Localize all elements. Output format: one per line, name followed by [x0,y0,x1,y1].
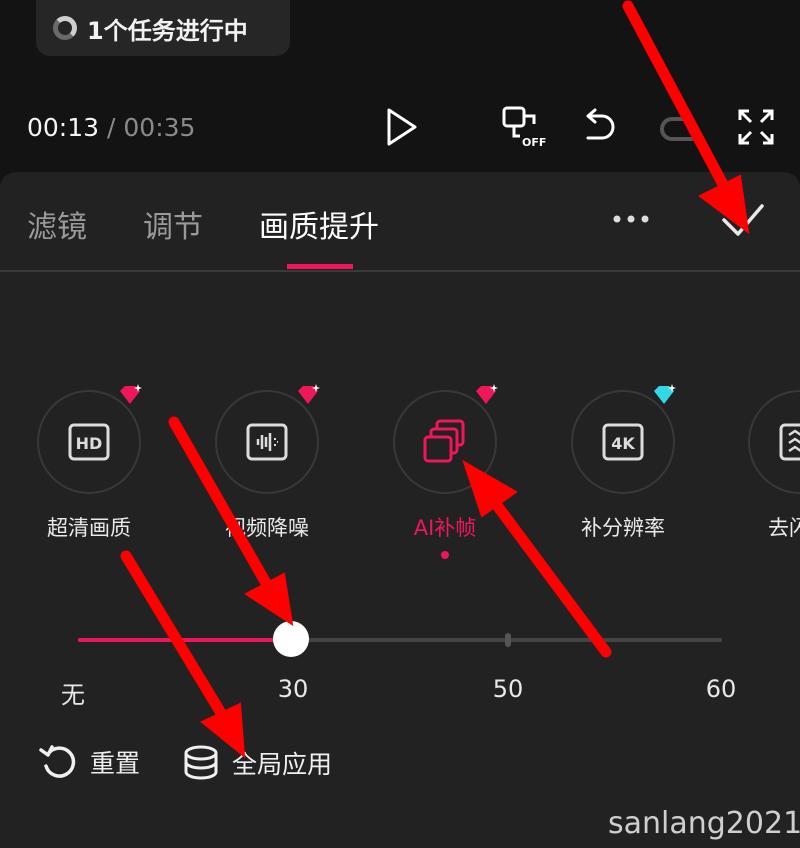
task-status-text: 1个任务进行中 [87,16,248,45]
enhance-panel: 滤镜 调节 画质提升 HD 超清画质 视频降噪 AI补帧 4K 补分辨率 去闪 … [0,172,800,848]
tool-hd-quality-label: 超清画质 [47,516,131,540]
svg-text:HD: HD [76,434,103,453]
slider-mark-50 [505,633,511,647]
svg-text:OFF: OFF [522,136,546,149]
compare-off-icon[interactable]: OFF [500,104,548,150]
tick-label-60: 60 [705,675,737,703]
tool-ai-frame-interpolation-label: AI补帧 [413,516,477,540]
reset-button[interactable]: 重置 [38,744,140,780]
tick-label-none: 无 [61,681,85,709]
reset-label: 重置 [90,749,141,778]
tool-hd-quality[interactable]: HD 超清画质 [36,384,142,542]
slider-fill [78,638,291,642]
4k-icon: 4K [602,423,644,461]
tool-deflicker[interactable]: 去闪 [748,390,800,542]
slider-thumb[interactable] [272,621,309,657]
play-icon[interactable] [384,106,420,148]
watermark: sanlang2021 [608,806,800,841]
deflicker-icon [779,423,800,461]
svg-text:4K: 4K [611,434,635,453]
blue-diamond-icon [654,384,676,404]
tool-video-denoise[interactable]: 视频降噪 [214,384,320,542]
frame-rate-slider[interactable] [78,621,722,657]
layers-stack-icon [184,745,218,780]
tab-quality-enhance[interactable]: 画质提升 [259,202,379,246]
confirm-check-icon[interactable] [720,200,766,240]
tool-deflicker-circle[interactable] [748,390,800,494]
tool-upscale-resolution-label: 补分辨率 [581,516,665,540]
more-options-icon[interactable] [612,214,650,224]
pink-diamond-icon [298,384,320,404]
player-area: 1个任务进行中 00:13 / 00:35 OFF [0,0,800,172]
task-status-pill[interactable]: 1个任务进行中 [36,0,290,56]
tool-video-denoise-label: 视频降噪 [225,516,309,540]
apply-all-button[interactable]: 全局应用 [182,744,332,782]
active-tab-indicator [287,264,353,269]
tick-label-50: 50 [492,675,524,703]
tab-bar: 滤镜 调节 画质提升 [0,172,800,272]
tool-deflicker-label: 去闪 [768,516,800,540]
tab-adjust[interactable]: 调节 [143,202,203,246]
pink-diamond-icon [120,384,142,404]
undo-icon[interactable] [580,108,620,144]
tool-ai-frame-interpolation[interactable]: AI补帧 [392,384,498,559]
duration: 00:35 [123,113,196,142]
tab-filter[interactable]: 滤镜 [27,202,87,246]
frame-interpolation-icon [423,419,465,463]
current-time: 00:13 [27,113,100,142]
tool-upscale-resolution[interactable]: 4K 补分辨率 [570,384,676,542]
selected-dot [441,551,449,559]
pink-diamond-icon [476,384,498,404]
fullscreen-icon[interactable] [737,108,775,146]
apply-all-label: 全局应用 [232,750,333,779]
redo-icon[interactable] [656,114,700,144]
noise-reduction-icon [246,423,288,461]
time-separator: / [107,113,116,142]
playback-time: 00:13 / 00:35 [27,113,195,142]
hd-icon: HD [68,423,110,461]
reset-icon [39,745,76,778]
tick-label-30: 30 [277,675,309,703]
loading-spinner-icon [53,16,77,40]
